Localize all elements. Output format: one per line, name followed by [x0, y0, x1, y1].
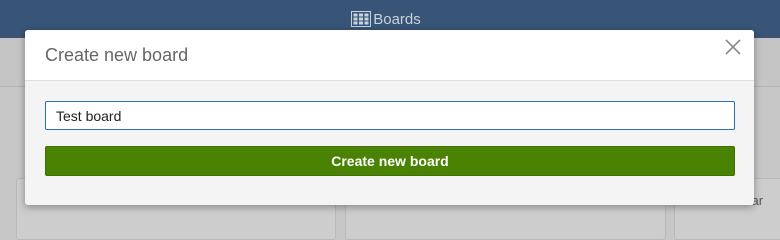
dialog-header: Create new board [25, 30, 754, 81]
board-name-input[interactable] [45, 101, 735, 130]
topbar-title-group[interactable]: Boards [351, 11, 421, 28]
board-grid-icon [351, 11, 372, 27]
close-icon[interactable] [724, 38, 742, 56]
dialog-title: Create new board [45, 45, 189, 65]
create-board-button[interactable]: Create new board [45, 146, 735, 176]
create-board-dialog: Create new board Create new board [25, 30, 754, 205]
page-title: Boards [373, 10, 421, 28]
